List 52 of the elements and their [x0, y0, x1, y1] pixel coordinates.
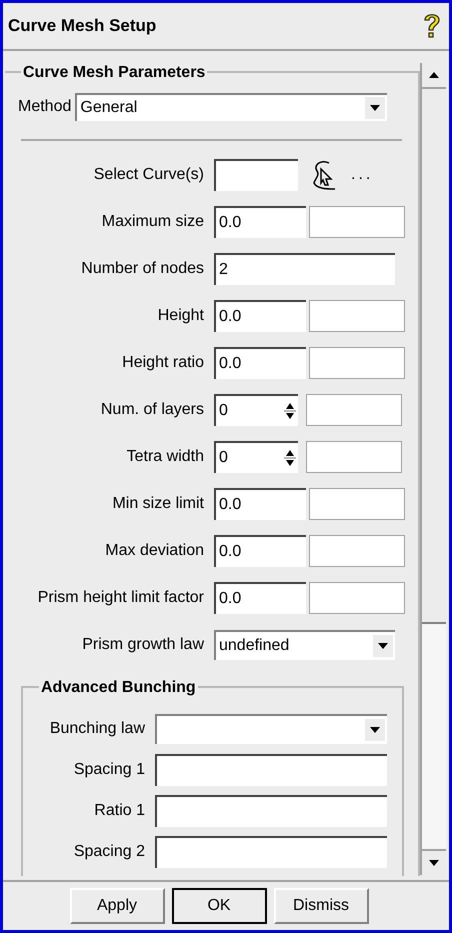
input-field[interactable]: [306, 394, 402, 426]
dialog-button[interactable]: Apply: [70, 888, 164, 924]
cursor-select-icon[interactable]: [311, 158, 337, 190]
field-label: Maximum size: [100, 212, 204, 232]
field-label: Ratio 1: [93, 800, 145, 820]
field-label: Min size limit: [111, 494, 204, 514]
dropdown-value: General: [80, 98, 138, 118]
window-title: Curve Mesh Setup: [8, 15, 156, 38]
input-field[interactable]: 0.0: [214, 346, 306, 378]
field-label: Height: [156, 306, 204, 326]
input-field[interactable]: [155, 754, 387, 786]
field-label: Num. of layers: [100, 400, 204, 420]
input-field[interactable]: 2: [214, 252, 395, 284]
input-field[interactable]: 0.0: [214, 582, 306, 614]
spin-box[interactable]: 0: [214, 440, 298, 472]
up-arrow-icon: [429, 72, 439, 78]
input-field[interactable]: [309, 534, 405, 566]
dropdown[interactable]: [155, 714, 387, 744]
input-field[interactable]: 0.0: [214, 300, 306, 332]
field-label: Spacing 2: [72, 842, 145, 862]
field-label: Bunching law: [48, 718, 145, 738]
method-dropdown[interactable]: General: [75, 93, 388, 121]
input-field[interactable]: [309, 206, 405, 238]
field-label: Number of nodes: [80, 258, 204, 278]
input-field[interactable]: 0.0: [214, 534, 306, 566]
dropdown[interactable]: undefined: [214, 630, 395, 660]
field-label: Spacing 1: [72, 760, 145, 780]
spin-box[interactable]: 0: [214, 394, 298, 426]
input-field[interactable]: [214, 158, 298, 190]
field-label: Prism height limit factor: [36, 588, 204, 608]
down-arrow-icon: [429, 860, 439, 866]
scroll-up-button[interactable]: [422, 63, 446, 89]
field-label: Prism growth law: [81, 634, 204, 654]
more-button[interactable]: ...: [351, 162, 374, 186]
input-field[interactable]: [309, 488, 405, 520]
dialog-button[interactable]: Dismiss: [274, 888, 368, 924]
field-label: Tetra width: [126, 446, 204, 466]
input-field[interactable]: [309, 582, 405, 614]
field-label: Select Curve(s): [92, 164, 204, 184]
input-field[interactable]: [309, 346, 405, 378]
input-field[interactable]: [306, 440, 402, 472]
input-field[interactable]: [155, 794, 387, 826]
input-field[interactable]: 0.0: [214, 206, 306, 238]
dialog-button[interactable]: OK: [172, 888, 266, 924]
field-label: Max deviation: [104, 540, 204, 560]
field-label: Method: [18, 97, 72, 117]
scroll-down-button[interactable]: [422, 849, 446, 875]
field-label: Height ratio: [121, 352, 204, 372]
dropdown-value: undefined: [219, 636, 290, 656]
input-field[interactable]: [309, 300, 405, 332]
input-field[interactable]: 0.0: [214, 488, 306, 520]
input-field[interactable]: [155, 836, 387, 868]
